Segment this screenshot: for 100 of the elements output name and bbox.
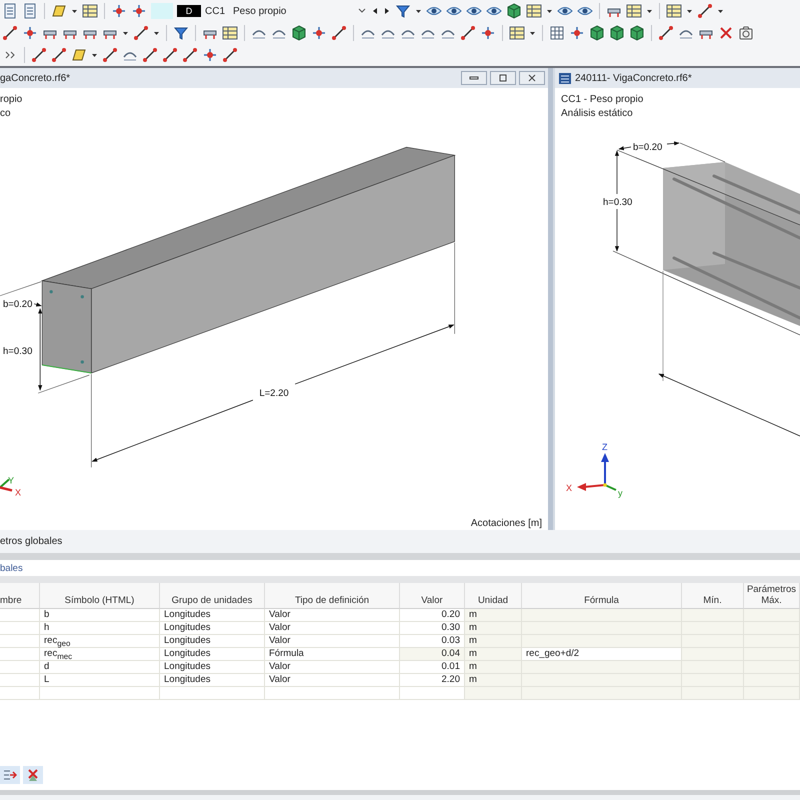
cube-icon[interactable] [589, 25, 605, 41]
table-cell: Valor [265, 609, 400, 622]
table-cell [682, 635, 744, 648]
table-cell: Longitudes [160, 609, 265, 622]
cross-icon[interactable] [718, 25, 734, 41]
parallelogram-icon[interactable] [51, 3, 67, 19]
cube-icon[interactable] [506, 3, 522, 19]
column-header: Símbolo (HTML) [40, 583, 160, 609]
extension-line [0, 281, 42, 296]
panel-title: etros globales [0, 536, 62, 547]
table-cell [465, 687, 522, 700]
line-icon[interactable] [31, 47, 47, 63]
table-cell [682, 661, 744, 674]
table-icon[interactable] [509, 25, 525, 41]
table-icon[interactable] [82, 3, 98, 19]
line-icon[interactable] [331, 25, 347, 41]
line-icon[interactable] [182, 47, 198, 63]
table-cell: Valor [265, 674, 400, 687]
delete-button[interactable] [23, 766, 43, 784]
node-icon[interactable] [111, 3, 127, 19]
column-header: Unidad [465, 583, 522, 609]
table-cell: m [465, 622, 522, 635]
table-cell: rec_geo+d/2 [522, 648, 682, 661]
axis-label: X [15, 487, 22, 498]
parallelogram-icon[interactable] [71, 47, 87, 63]
line-icon[interactable] [162, 47, 178, 63]
next-icon[interactable] [383, 6, 391, 16]
table-cell: Longitudes [160, 622, 265, 635]
line-icon[interactable] [460, 25, 476, 41]
node-icon[interactable] [131, 3, 147, 19]
table-icon[interactable] [526, 3, 542, 19]
axis-label: X [566, 483, 572, 493]
cube-icon[interactable] [291, 25, 307, 41]
funnel-icon[interactable] [173, 25, 189, 41]
cube-icon[interactable] [629, 25, 645, 41]
node-icon[interactable] [311, 25, 327, 41]
axis-arrows [0, 478, 12, 492]
table-cell: 0.04 [400, 648, 465, 661]
dimension-label: h=0.30 [603, 197, 632, 208]
line-icon[interactable] [697, 3, 713, 19]
node-icon[interactable] [202, 47, 218, 63]
table-cell: 0.03 [400, 635, 465, 648]
table-cell: 2.20 [400, 674, 465, 687]
table-icon[interactable] [222, 25, 238, 41]
node-icon[interactable] [480, 25, 496, 41]
table-cell [0, 635, 40, 648]
table-title: bales [0, 562, 23, 574]
table-cell: Valor [265, 622, 400, 635]
table-icon[interactable] [626, 3, 642, 19]
table-cell: Fórmula [265, 648, 400, 661]
minimize-button[interactable] [461, 71, 487, 85]
line-icon[interactable] [222, 47, 238, 63]
restore-icon [498, 74, 508, 82]
table-cell: 0.30 [400, 622, 465, 635]
close-button[interactable] [519, 71, 545, 85]
restore-button[interactable] [490, 71, 516, 85]
table-cell: Valor [265, 661, 400, 674]
table-icon[interactable] [666, 3, 682, 19]
table-cell [682, 687, 744, 700]
export-button[interactable] [0, 766, 20, 784]
line-icon[interactable] [142, 47, 158, 63]
table-cell [400, 687, 465, 700]
line-icon[interactable] [2, 25, 18, 41]
previous-icon[interactable] [371, 6, 379, 16]
line-icon[interactable] [51, 47, 67, 63]
document-icon[interactable] [22, 3, 38, 19]
table-cell: m [465, 635, 522, 648]
cube-icon[interactable] [609, 25, 625, 41]
cross-icon [26, 768, 40, 782]
grid-icon[interactable] [549, 25, 565, 41]
axis-arrows [577, 453, 616, 491]
document-icon[interactable] [2, 3, 18, 19]
table-cell: Longitudes [160, 661, 265, 674]
column-header: Mín. [682, 583, 744, 609]
view-info-text: Análisis estático [561, 107, 634, 121]
column-header: Tipo de definición [265, 583, 400, 609]
table-cell [0, 622, 40, 635]
line-icon[interactable] [658, 25, 674, 41]
window-title: gaConcreto.rf6* [0, 72, 72, 84]
view-info-text: ropio [0, 93, 24, 107]
column-header: Valor [400, 583, 465, 609]
table-cell [682, 609, 744, 622]
funnel-icon[interactable] [395, 3, 411, 19]
view-info-text: CC1 - Peso propio [561, 93, 644, 107]
line-icon[interactable] [102, 47, 118, 63]
node-icon[interactable] [569, 25, 585, 41]
column-group-header: Parámetros [746, 584, 796, 595]
table-cell [744, 687, 800, 700]
load-case-dropdown[interactable]: D CC1 Peso propio [151, 2, 391, 20]
table-cell [0, 648, 40, 661]
dimension-units-label: Acotaciones [m] [470, 518, 542, 529]
table-cell: Valor [265, 635, 400, 648]
axis-label: Z [602, 442, 608, 452]
camera-icon[interactable] [738, 25, 754, 41]
close-icon [527, 74, 537, 82]
dimension-label: b=0.20 [3, 298, 32, 310]
table-cell: m [465, 609, 522, 622]
node-icon[interactable] [22, 25, 38, 41]
dimension-label: b=0.20 [633, 142, 662, 153]
line-icon[interactable] [133, 25, 149, 41]
